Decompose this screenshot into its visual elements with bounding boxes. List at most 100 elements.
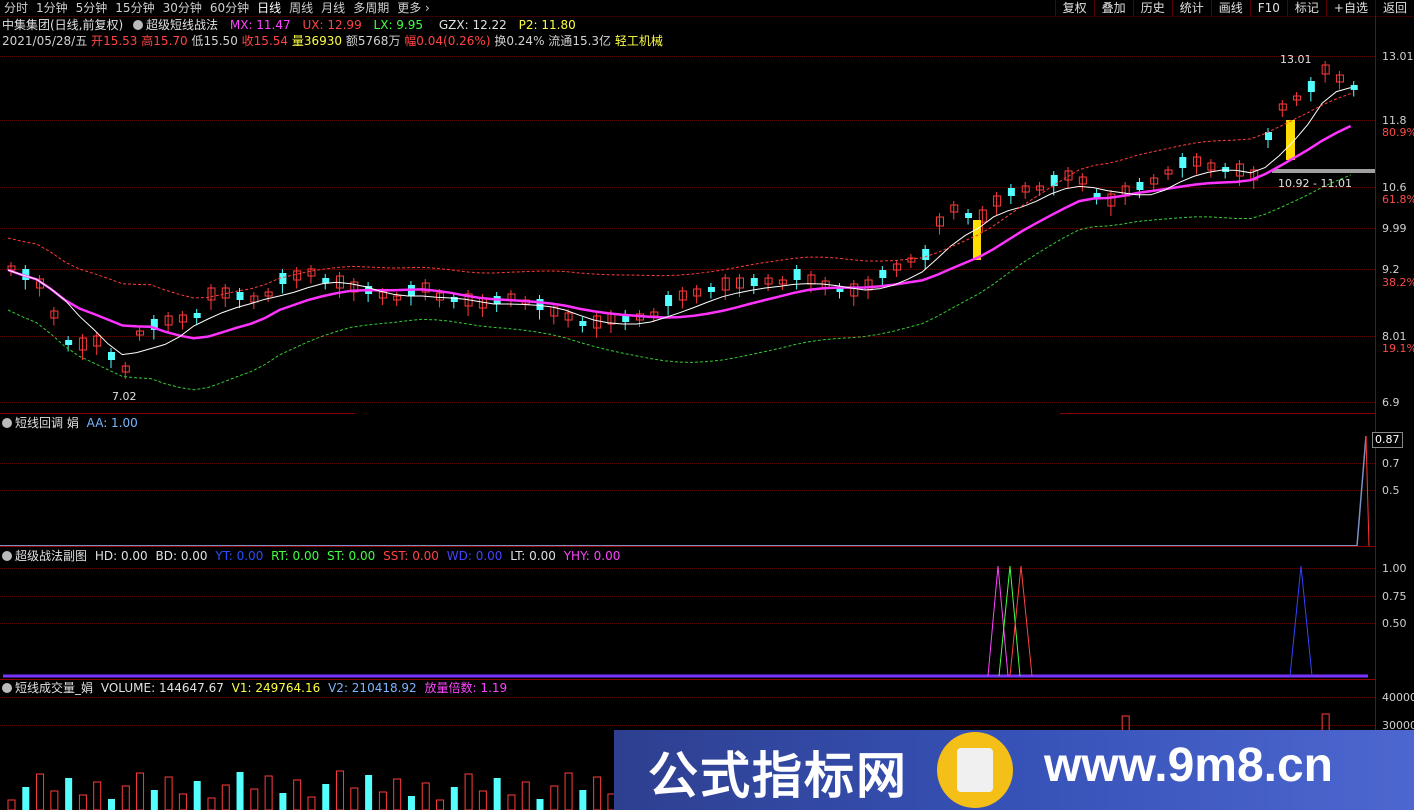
candle-body bbox=[1136, 182, 1144, 190]
volume-bar bbox=[378, 791, 387, 810]
aa-spike bbox=[1356, 435, 1367, 547]
highlight-bar bbox=[973, 220, 981, 260]
candle-body bbox=[1007, 188, 1015, 196]
volume-bar bbox=[478, 790, 487, 810]
candle-body bbox=[922, 249, 930, 260]
volume-bar bbox=[264, 775, 273, 810]
volume-bar bbox=[65, 778, 73, 810]
volume-bar bbox=[407, 796, 415, 810]
volume-bar bbox=[393, 778, 402, 810]
candle-body bbox=[193, 313, 201, 318]
fib-tick: 19.1% bbox=[1382, 342, 1414, 355]
volume-bar bbox=[322, 784, 330, 810]
range-annotation: 10.92 - 11.01 bbox=[1278, 177, 1352, 190]
volume-bar bbox=[107, 799, 115, 810]
signal-peak bbox=[1289, 565, 1313, 677]
candle-body bbox=[879, 270, 887, 278]
volume-bar bbox=[193, 781, 201, 810]
watermark-logo-icon bbox=[937, 732, 1013, 808]
watermark-banner: 公式指标网 www.9m8.cn bbox=[614, 730, 1414, 810]
candle-body bbox=[1350, 85, 1358, 90]
candle-body bbox=[965, 213, 973, 218]
volume-bar bbox=[22, 787, 30, 810]
aa-spike-red bbox=[1365, 435, 1370, 547]
panel2-value-badge: 0.87 bbox=[1372, 432, 1403, 448]
price-tick: 9.2 bbox=[1382, 263, 1400, 276]
price-tick: 9.99 bbox=[1382, 222, 1407, 235]
volume-bar bbox=[121, 785, 130, 810]
upper-band-line bbox=[7, 93, 1351, 299]
volume-bar bbox=[550, 785, 559, 810]
ma-line bbox=[7, 124, 1352, 340]
volume-bar bbox=[365, 775, 373, 810]
p4-tick: 40000 bbox=[1382, 691, 1414, 704]
fib-tick: 80.9% bbox=[1382, 126, 1414, 139]
volume-bar bbox=[521, 781, 530, 810]
volume-bar bbox=[579, 790, 587, 810]
candle-body bbox=[750, 278, 758, 286]
high-annotation: 13.01 bbox=[1280, 53, 1312, 66]
signal-peak bbox=[1009, 565, 1033, 677]
candle-body bbox=[1179, 157, 1187, 168]
volume-bar bbox=[493, 778, 501, 810]
support-bar bbox=[1272, 169, 1375, 173]
candle-body bbox=[1307, 81, 1315, 92]
pullback-indicator bbox=[0, 435, 1370, 547]
signal-peak bbox=[998, 565, 1021, 677]
candle-body bbox=[65, 340, 73, 345]
volume-bar bbox=[336, 770, 345, 810]
volume-bar bbox=[593, 776, 602, 810]
candle-body bbox=[707, 287, 715, 292]
signal-indicator bbox=[3, 565, 1368, 678]
volume-bar bbox=[136, 772, 145, 810]
volume-bar bbox=[293, 779, 302, 810]
volume-bar bbox=[464, 773, 473, 810]
volume-bar bbox=[78, 794, 87, 810]
volume-bar bbox=[207, 797, 216, 810]
toolbar-button-8[interactable]: 返回 bbox=[1374, 0, 1414, 16]
price-tick: 13.01 bbox=[1382, 50, 1414, 63]
price-tick: 6.9 bbox=[1382, 396, 1400, 409]
lower-band-line bbox=[7, 174, 1351, 391]
volume-bar bbox=[221, 784, 230, 810]
volume-bar bbox=[307, 796, 316, 810]
volume-bar bbox=[150, 790, 158, 810]
fib-tick: 61.8% bbox=[1382, 193, 1414, 206]
watermark-url: www.9m8.cn bbox=[1044, 739, 1333, 792]
candle-body bbox=[1050, 175, 1058, 186]
candle-body bbox=[322, 278, 330, 283]
candle-body bbox=[236, 292, 244, 300]
candle-body bbox=[1222, 167, 1230, 172]
candlestick-chart[interactable] bbox=[0, 0, 1375, 410]
volume-bar bbox=[178, 793, 187, 810]
p3-tick: 0.50 bbox=[1382, 617, 1407, 630]
fast-ma-line bbox=[7, 87, 1351, 356]
candle-body bbox=[665, 295, 673, 306]
volume-bar bbox=[50, 790, 59, 810]
low-annotation: 7.02 bbox=[112, 390, 137, 403]
p3-tick: 0.75 bbox=[1382, 590, 1407, 603]
fib-tick: 38.2% bbox=[1382, 276, 1414, 289]
candle-body bbox=[579, 321, 587, 326]
candle-body bbox=[536, 299, 544, 310]
volume-bar bbox=[236, 772, 244, 810]
volume-bar bbox=[350, 787, 359, 810]
volume-bar bbox=[536, 799, 544, 810]
watermark-text: 公式指标网 bbox=[648, 747, 908, 805]
candle-body bbox=[107, 352, 115, 360]
volume-bar bbox=[164, 776, 173, 810]
highlight-bar bbox=[1286, 120, 1295, 160]
volume-bar bbox=[436, 799, 445, 810]
volume-bar bbox=[564, 772, 573, 810]
volume-bar bbox=[36, 773, 45, 810]
volume-bar bbox=[279, 793, 287, 810]
price-axis bbox=[1375, 16, 1376, 810]
p2-tick: 0.7 bbox=[1382, 457, 1400, 470]
candle-body bbox=[793, 269, 801, 280]
p3-tick: 1.00 bbox=[1382, 562, 1407, 575]
volume-bar bbox=[250, 788, 259, 810]
volume-bar bbox=[7, 799, 16, 810]
volume-bar bbox=[450, 787, 458, 810]
volume-bar bbox=[507, 794, 516, 810]
p2-tick: 0.5 bbox=[1382, 484, 1400, 497]
